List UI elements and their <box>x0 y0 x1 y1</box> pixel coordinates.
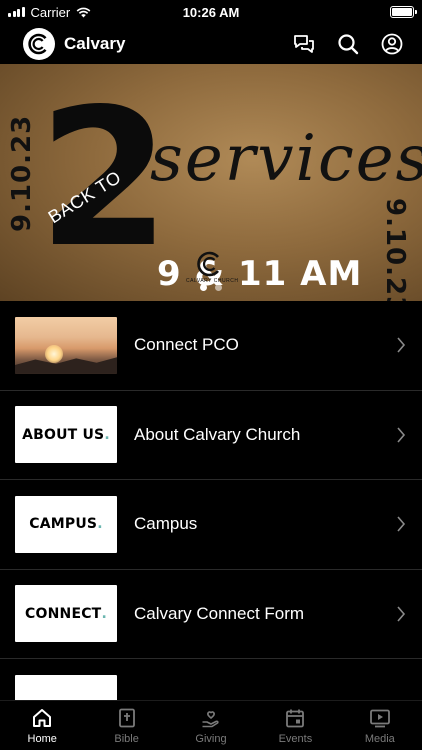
tab-label: Home <box>27 733 57 745</box>
battery-icon <box>390 6 417 18</box>
hero-services: services <box>150 122 422 196</box>
tab-label: Giving <box>195 733 227 745</box>
signal-icon <box>8 7 25 17</box>
carrier-label: Carrier <box>30 4 71 20</box>
tab-media[interactable]: Media <box>338 701 422 750</box>
search-icon[interactable] <box>336 32 360 56</box>
events-icon <box>286 709 305 728</box>
media-icon <box>369 709 390 728</box>
tab-label: Media <box>364 733 395 745</box>
calvary-logo-icon <box>23 28 55 60</box>
status-bar: Carrier 10:26 AM <box>0 0 422 24</box>
list-item-label: Connect PCO <box>134 335 239 355</box>
list-item-about[interactable]: ABOUT US. About Calvary Church <box>0 391 422 480</box>
header-actions <box>292 32 404 56</box>
hero-calvary-logo-icon <box>197 251 220 277</box>
connect-thumbnail: CONNECT. <box>15 585 117 643</box>
list-item-connect-form[interactable]: CONNECT. Calvary Connect Form <box>0 570 422 659</box>
list-item-label: About Calvary Church <box>134 424 301 444</box>
tab-bar: Home Bible Giving Events Media <box>0 700 422 750</box>
chevron-right-icon <box>397 606 406 622</box>
thumb-text: ABOUT US <box>22 426 105 443</box>
tab-label: Bible <box>114 733 139 745</box>
home-icon <box>33 709 52 727</box>
chevron-right-icon <box>397 516 406 532</box>
thumb-text: CONNECT <box>25 605 102 622</box>
tab-events[interactable]: Events <box>253 701 337 750</box>
content-list: Connect PCO ABOUT US. About Calvary Chur… <box>0 301 422 749</box>
carousel-dot[interactable] <box>215 284 222 291</box>
tab-bible[interactable]: Bible <box>84 701 168 750</box>
list-item-label: Calvary Connect Form <box>134 603 305 623</box>
tab-home[interactable]: Home <box>0 701 84 750</box>
chat-icon[interactable] <box>292 32 316 56</box>
about-us-thumbnail: ABOUT US. <box>15 406 117 464</box>
tab-giving[interactable]: Giving <box>169 701 253 750</box>
app-title: Calvary <box>64 34 126 53</box>
hero-date-left: 9.10.23 <box>7 114 37 232</box>
carousel-dots <box>0 284 422 291</box>
list-item-connect-pco[interactable]: Connect PCO <box>0 301 422 391</box>
chevron-right-icon <box>397 337 406 353</box>
hero-banner[interactable]: 9.10.23 2 BACK TO services 9 & 11 AM 9.1… <box>0 64 422 301</box>
bible-icon <box>118 708 135 728</box>
giving-icon <box>202 711 219 728</box>
wifi-icon <box>76 7 91 17</box>
sunset-thumbnail <box>15 316 117 374</box>
app-header: Calvary <box>0 24 422 64</box>
campus-thumbnail: CAMPUS. <box>15 495 117 553</box>
status-left: Carrier <box>8 5 91 20</box>
thumb-text: CAMPUS <box>29 516 98 533</box>
chevron-right-icon <box>397 427 406 443</box>
profile-icon[interactable] <box>380 32 404 56</box>
carousel-dot[interactable] <box>200 284 207 291</box>
tab-label: Events <box>278 733 313 745</box>
list-item-label: Campus <box>134 514 198 534</box>
list-item-campus[interactable]: CAMPUS. Campus <box>0 480 422 570</box>
